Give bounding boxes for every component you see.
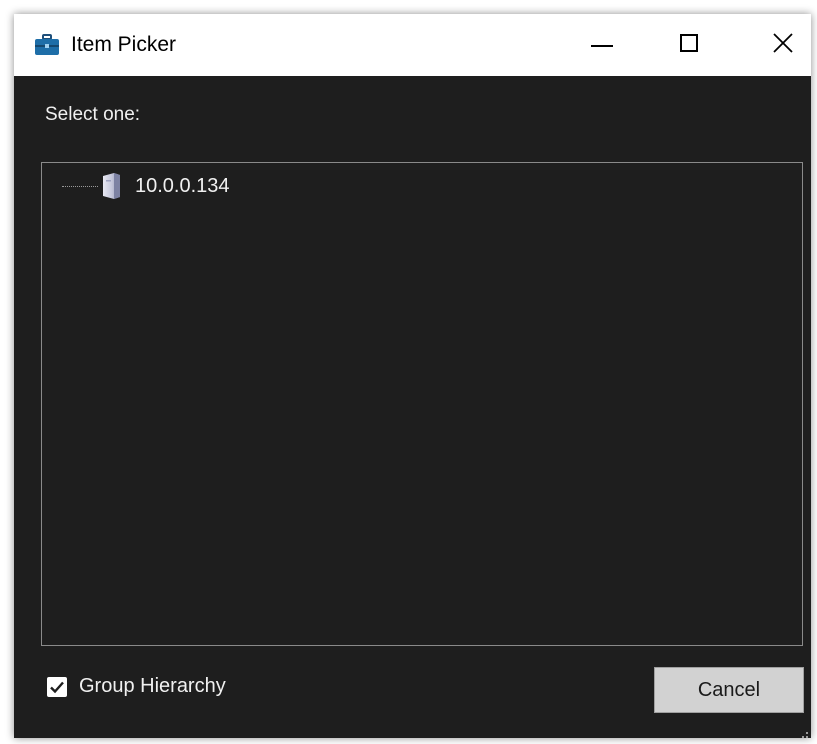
minimize-icon	[591, 45, 613, 47]
tree-item[interactable]: 10.0.0.134	[62, 171, 230, 201]
server-icon	[100, 172, 122, 200]
select-prompt: Select one:	[45, 104, 141, 125]
tree-connector	[62, 185, 98, 187]
group-hierarchy-checkbox[interactable]	[47, 676, 67, 697]
group-hierarchy-label: Group Hierarchy	[79, 675, 226, 697]
title-bar[interactable]: Item Picker	[14, 14, 811, 76]
maximize-button[interactable]	[654, 14, 724, 76]
minimize-button[interactable]	[566, 14, 636, 76]
item-tree[interactable]: 10.0.0.134	[41, 162, 803, 646]
item-picker-window: Item Picker Select one: 10.0.0.134 Group…	[14, 14, 811, 738]
checkmark-icon	[50, 681, 64, 693]
maximize-icon	[680, 34, 698, 52]
tree-item-label: 10.0.0.134	[135, 175, 230, 197]
close-icon	[773, 33, 793, 53]
group-hierarchy-option[interactable]: Group Hierarchy	[47, 675, 226, 698]
close-button[interactable]	[741, 14, 811, 76]
window-title: Item Picker	[71, 33, 177, 56]
resize-grip-icon[interactable]	[801, 726, 809, 738]
cancel-button[interactable]: Cancel	[654, 667, 804, 713]
toolbox-icon	[34, 34, 60, 56]
